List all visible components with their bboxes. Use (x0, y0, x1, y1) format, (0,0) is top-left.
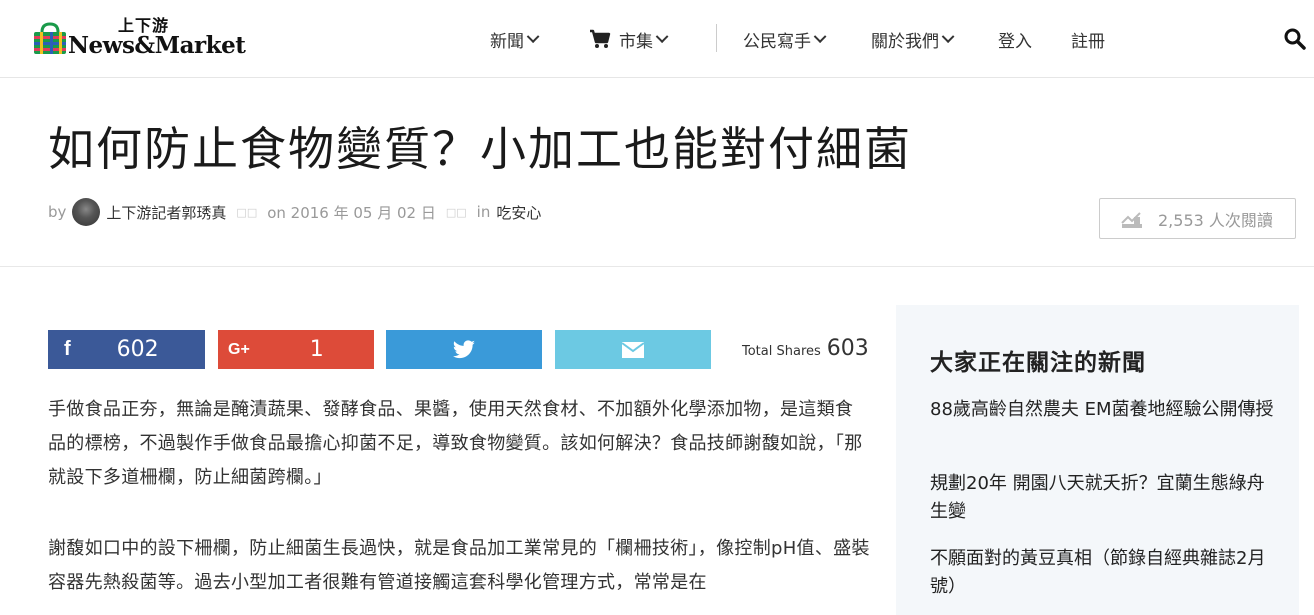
gplus-share-count: 1 (309, 337, 324, 362)
chart-icon (1121, 211, 1142, 228)
site-logo[interactable]: 上下游 News&Market (30, 12, 260, 64)
article-paragraph-2: 謝馥如口中的設下柵欄，防止細菌生長過快，就是食品加工業常見的「欄柵技術」，像控制… (48, 538, 870, 593)
views-counter: 2,553 人次閱讀 (1099, 198, 1296, 239)
total-shares-label: Total Shares (742, 344, 821, 359)
gplus-icon: G+ (228, 340, 250, 358)
nav-news-label: 新聞 (490, 31, 524, 52)
content-divider (0, 266, 1314, 267)
search-button[interactable] (1283, 27, 1307, 55)
category-link[interactable]: 吃安心 (496, 202, 541, 223)
gplus-share-button[interactable]: G+ 1 (218, 330, 374, 369)
chevron-down-icon (526, 29, 540, 43)
logo-english-text: News&Market (68, 32, 246, 59)
article-paragraph-1: 手做食品正夯，無論是醃漬蔬果、發酵食品、果醬，使用天然食材、不加額外化學添加物，… (48, 399, 863, 488)
facebook-share-count: 602 (116, 337, 159, 362)
sidebar-news-link[interactable]: 規劃20年 開園八天就夭折？宜蘭生態綠舟生變 (930, 470, 1275, 526)
nav-about-us-label: 關於我們 (871, 31, 939, 52)
email-share-button[interactable] (555, 330, 711, 369)
in-label: in (476, 203, 491, 221)
publish-date: on 2016 年 05 月 02 日 (267, 203, 436, 222)
nav-login[interactable]: 登入 (998, 26, 1032, 52)
article-meta: by 上下游記者郭琇真 □□ on 2016 年 05 月 02 日 □□ in… (48, 198, 541, 226)
separator-icon: □□ (445, 205, 467, 219)
chevron-down-icon (813, 29, 827, 43)
cart-icon (590, 29, 611, 48)
sidebar-news-link[interactable]: 不願面對的黃豆真相（節錄自經典雜誌2月號） (930, 545, 1275, 601)
sidebar-title: 大家正在關注的新聞 (930, 350, 1146, 376)
nav-register-label: 註冊 (1071, 31, 1105, 52)
facebook-share-button[interactable]: f 602 (48, 330, 205, 369)
total-shares: Total Shares 603 (742, 336, 869, 361)
views-count: 2,553 人次閱讀 (1158, 210, 1273, 230)
shopping-bag-logo-icon (34, 22, 66, 54)
chevron-down-icon (655, 29, 669, 43)
nav-market[interactable]: 市集 (589, 26, 669, 52)
search-icon (1284, 28, 1306, 50)
facebook-icon: f (64, 338, 71, 360)
twitter-icon (452, 339, 475, 358)
nav-about-us[interactable]: 關於我們 (871, 26, 955, 52)
envelope-icon (621, 341, 645, 358)
nav-citizen-writers[interactable]: 公民寫手 (743, 26, 827, 52)
separator-icon: □□ (236, 205, 258, 219)
nav-login-label: 登入 (998, 31, 1032, 52)
nav-divider (716, 24, 717, 52)
author-avatar[interactable] (72, 198, 101, 226)
total-shares-count: 603 (826, 336, 869, 361)
nav-news[interactable]: 新聞 (490, 26, 540, 52)
article-title: 如何防止食物變質？小加工也能對付細菌 (48, 122, 912, 176)
sidebar-trending: 大家正在關注的新聞 88歲高齡自然農夫 EM菌養地經驗公開傳授 規劃20年 開園… (896, 305, 1299, 615)
by-label: by (48, 203, 67, 221)
author-link[interactable]: 上下游記者郭琇真 (106, 202, 226, 223)
twitter-share-button[interactable] (386, 330, 542, 369)
sidebar-news-link[interactable]: 88歲高齡自然農夫 EM菌養地經驗公開傳授 (930, 396, 1275, 424)
nav-register[interactable]: 註冊 (1071, 26, 1105, 52)
nav-citizen-writers-label: 公民寫手 (743, 31, 811, 52)
chevron-down-icon (941, 29, 955, 43)
nav-market-label: 市集 (619, 31, 653, 52)
site-header: 上下游 News&Market 新聞 市集 公民寫手 關於我們 登入 註冊 (0, 0, 1314, 78)
